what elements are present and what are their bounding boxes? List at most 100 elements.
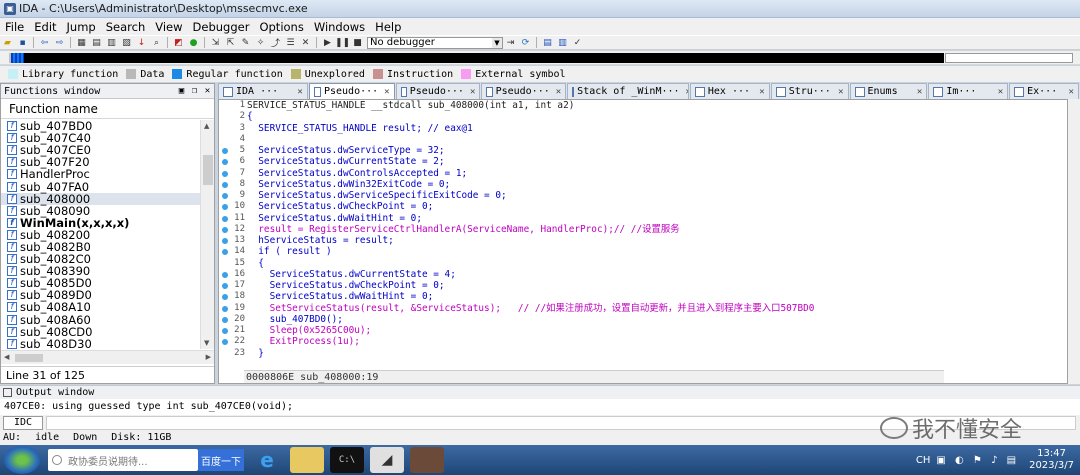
breakpoint-dot-icon[interactable] — [222, 215, 228, 222]
stop-icon[interactable]: ■ — [351, 37, 364, 48]
breakpoint-dot-icon[interactable] — [222, 226, 228, 233]
menu-search[interactable]: Search — [101, 20, 151, 34]
breakpoint-dot-icon[interactable] — [222, 271, 228, 278]
code-line[interactable]: result = RegisterServiceCtrlHandlerA(Ser… — [247, 224, 1067, 235]
breakpoint-list-icon[interactable]: ▤ — [541, 37, 554, 48]
forward-icon[interactable]: ⇨ — [53, 37, 66, 48]
menu-jump[interactable]: Jump — [62, 20, 101, 34]
cmd-icon[interactable]: C:\ — [330, 447, 364, 473]
import-icon[interactable]: ↓ — [135, 37, 148, 48]
scroll-thumb[interactable] — [203, 155, 213, 185]
code-line[interactable]: ExitProcess(1u); — [247, 336, 1067, 347]
folder-icon[interactable] — [290, 447, 324, 473]
breakpoint-dot-icon[interactable] — [222, 204, 228, 211]
menu-edit[interactable]: Edit — [29, 20, 61, 34]
code-line[interactable]: { — [247, 111, 1067, 122]
nav-zoom-bar[interactable] — [945, 53, 1073, 63]
code-line[interactable]: ServiceStatus.dwServiceSpecificExitCode … — [247, 190, 1067, 201]
code-line[interactable]: Sleep(0x5265C00u); — [247, 325, 1067, 336]
scroll-down-icon[interactable]: ▼ — [204, 339, 209, 347]
breakpoint-dot-icon[interactable] — [222, 339, 228, 346]
breakpoint-dot-icon[interactable] — [222, 328, 228, 334]
code-line[interactable]: if ( result ) — [247, 246, 1067, 257]
xref-to-icon[interactable]: ⇱ — [224, 37, 237, 48]
pane-menu-icon[interactable]: ▣ — [175, 86, 188, 96]
menu-file[interactable]: File — [0, 20, 29, 34]
function-list-scrollbar[interactable]: ▲ ▼ — [200, 120, 214, 349]
xref-icon[interactable]: ⇲ — [209, 37, 222, 48]
breakpoint-dot-icon[interactable] — [222, 148, 228, 154]
code-line[interactable]: ServiceStatus.dwWin32ExitCode = 0; — [247, 179, 1067, 190]
tab-close-icon[interactable]: ✕ — [378, 87, 389, 97]
code-line[interactable]: SetServiceStatus(result, &ServiceStatus)… — [247, 303, 1067, 314]
code-line[interactable]: ServiceStatus.dwCurrentState = 4; — [247, 269, 1067, 280]
code-line[interactable]: ServiceStatus.dwWaitHint = 0; — [247, 291, 1067, 302]
tab-pseudocode[interactable]: Pseudo··· ✕ — [481, 83, 567, 99]
tab-close-icon[interactable]: ✕ — [911, 87, 922, 97]
jump-icon[interactable]: ⤴ — [269, 37, 282, 49]
refresh-icon[interactable]: ⟳ — [519, 37, 532, 48]
function-list-hscrollbar[interactable]: ◀ ▶ — [1, 350, 214, 364]
tab-structures[interactable]: Stru··· ✕ — [770, 83, 849, 99]
export-icon[interactable]: ⌕ — [150, 37, 163, 48]
code-line[interactable]: sub_407BD0(); — [247, 314, 1067, 325]
taskbar-search-box[interactable]: 政协委员说期待... — [48, 449, 198, 471]
struct-icon[interactable]: ▧ — [120, 37, 133, 48]
code-line[interactable]: SERVICE_STATUS_HANDLE __stdcall sub_4080… — [247, 100, 1067, 111]
tab-pseudocode-active[interactable]: Pseudo··· ✕ — [308, 83, 395, 99]
tab-stack[interactable]: Stack of _WinM···✕ — [567, 83, 689, 99]
menu-view[interactable]: View — [150, 20, 187, 34]
breakpoint-dot-icon[interactable] — [222, 193, 228, 199]
tab-close-icon[interactable]: ✕ — [832, 87, 843, 97]
debugger-select[interactable]: No debugger ▼ — [367, 36, 503, 49]
tray-icons[interactable]: ▣ ◐ ⚑ ♪ ▤ — [936, 455, 1019, 466]
pane-restore-icon[interactable]: ❐ — [188, 86, 201, 96]
code-line[interactable]: } — [247, 348, 1067, 359]
scroll-left-icon[interactable]: ◀ — [4, 353, 9, 361]
tab-close-icon[interactable]: ✕ — [680, 87, 688, 97]
play-icon[interactable]: ▶ — [321, 37, 334, 48]
run-icon[interactable]: ● — [187, 37, 200, 48]
code-line[interactable]: ServiceStatus.dwWaitHint = 0; — [247, 213, 1067, 224]
code-line[interactable]: hServiceStatus = result; — [247, 235, 1067, 246]
tab-enums[interactable]: Enums ✕ — [849, 83, 928, 99]
scroll-up-icon[interactable]: ▲ — [204, 122, 209, 130]
pause-icon[interactable]: ❚❚ — [335, 37, 350, 48]
portrait-app-icon[interactable] — [410, 447, 444, 473]
hex-view-icon[interactable]: ▦ — [75, 37, 88, 48]
menu-options[interactable]: Options — [254, 20, 308, 34]
tab-close-icon[interactable]: ✕ — [992, 87, 1003, 97]
idc-button[interactable]: IDC — [3, 416, 43, 430]
code-line[interactable]: ServiceStatus.dwServiceType = 32; — [247, 145, 1067, 156]
code-scrollbar[interactable] — [1068, 99, 1080, 384]
input-language[interactable]: CH — [916, 455, 931, 466]
mark-icon[interactable]: ✧ — [254, 37, 267, 48]
tab-imports[interactable]: Im··· ✕ — [928, 83, 1009, 99]
attach-icon[interactable]: ⇥ — [504, 37, 517, 48]
menu-debugger[interactable]: Debugger — [188, 20, 255, 34]
baidu-search-button[interactable]: 百度一下 — [198, 449, 244, 471]
save-icon[interactable]: ▪ — [16, 37, 29, 48]
code-line[interactable]: SERVICE_STATUS_HANDLE result; // eax@1 — [247, 123, 1067, 134]
pane-close-icon[interactable]: ✕ — [201, 86, 214, 96]
ida-taskbar-icon[interactable]: ◢ — [370, 447, 404, 473]
tray-clock[interactable]: 13:47 2023/3/7 — [1029, 448, 1074, 472]
brush-icon[interactable]: ✎ — [239, 37, 252, 48]
breakpoint-dot-icon[interactable] — [222, 159, 228, 166]
binary-icon[interactable]: ▤ — [90, 37, 103, 48]
tab-close-icon[interactable]: ✕ — [1063, 87, 1074, 97]
ie-browser-icon[interactable]: e — [250, 447, 284, 473]
breakpoint-dot-icon[interactable] — [222, 249, 228, 256]
code-line[interactable]: { — [247, 258, 1067, 269]
breakpoint-dot-icon[interactable] — [222, 170, 228, 177]
tab-pseudocode[interactable]: Pseudo··· ✕ — [395, 83, 481, 99]
tab-close-icon[interactable]: ✕ — [550, 87, 561, 97]
menu-windows[interactable]: Windows — [309, 20, 370, 34]
breakpoint-dot-icon[interactable] — [222, 238, 228, 244]
code-line[interactable]: ServiceStatus.dwCheckPoint = 0; — [247, 201, 1067, 212]
comment-icon[interactable]: ☰ — [284, 37, 297, 48]
scroll-right-icon[interactable]: ▶ — [206, 353, 211, 361]
breakpoint-dot-icon[interactable] — [222, 181, 228, 188]
code-line[interactable] — [247, 134, 1067, 145]
tab-close-icon[interactable]: ✕ — [291, 87, 302, 97]
